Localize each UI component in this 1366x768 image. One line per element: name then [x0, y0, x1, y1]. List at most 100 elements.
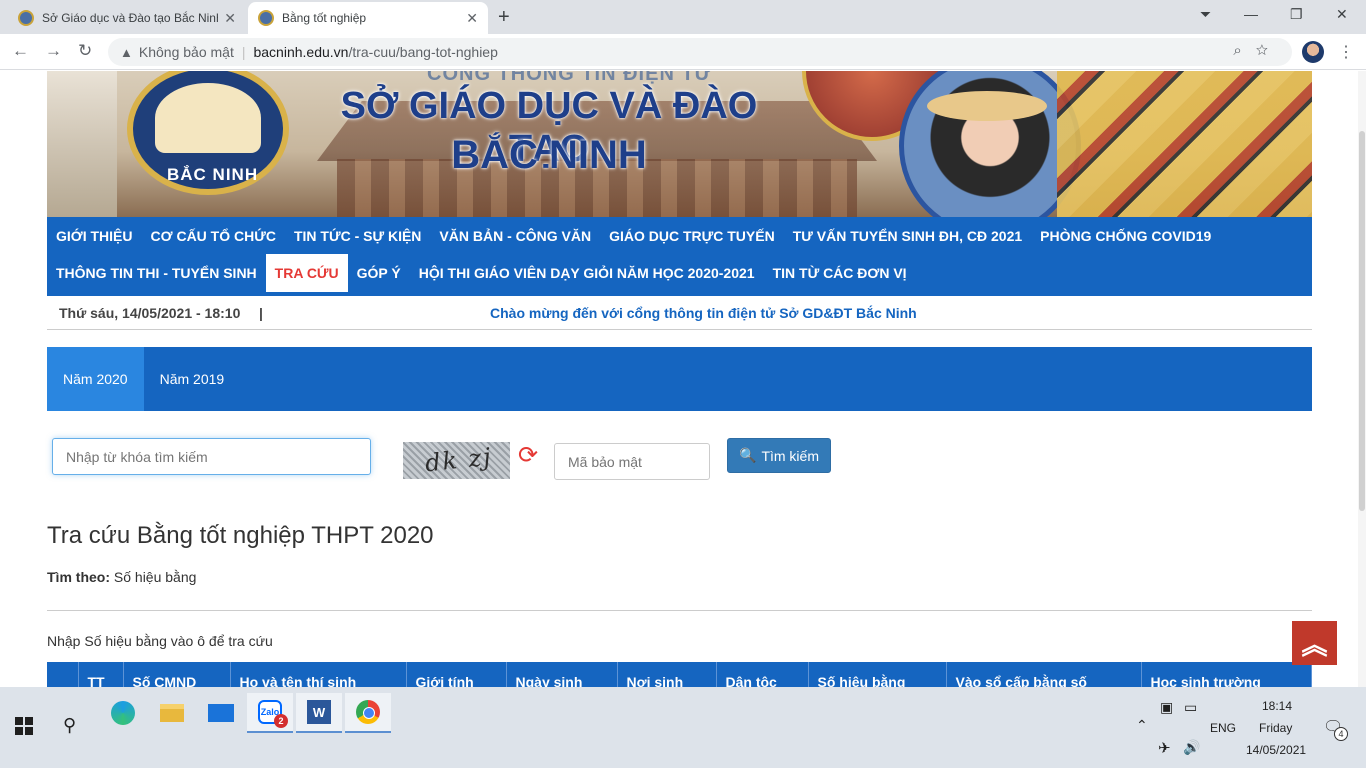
profile-avatar[interactable]	[1302, 41, 1324, 63]
tab-search-icon[interactable]: ⏷	[1200, 6, 1211, 23]
search-button-label: Tìm kiếm	[761, 447, 819, 464]
forward-icon[interactable]: →	[45, 41, 62, 61]
site-logo[interactable]: BẮC NINH	[127, 71, 289, 195]
minimize-icon[interactable]: —	[1244, 6, 1258, 22]
browser-toolbar: ← → ↻ ▲ Không bảo mật | bacninh.edu.vn/t…	[0, 34, 1366, 70]
back-icon[interactable]: ←	[12, 41, 29, 61]
taskbar-file-explorer[interactable]	[149, 693, 195, 733]
info-bar: Thứ sáu, 14/05/2021 - 18:10 | Chào mừng …	[47, 296, 1312, 330]
page-content: BẮC NINH CỔNG THÔNG TIN ĐIỆN TỬ SỞ GIÁO …	[0, 71, 1366, 687]
tab-year-2019[interactable]: Năm 2019	[144, 347, 241, 411]
current-date: Thứ sáu, 14/05/2021 - 18:10	[59, 305, 241, 321]
clock-date[interactable]: 14/05/2021	[1246, 743, 1306, 757]
edge-icon	[111, 701, 135, 725]
table-header-cell: TT	[78, 662, 124, 687]
address-bar[interactable]: ▲ Không bảo mật | bacninh.edu.vn/tra-cuu…	[108, 38, 1292, 66]
nav-item-co-cau-to-chuc[interactable]: CƠ CẤU TỔ CHỨC	[142, 218, 285, 254]
table-header-cell: Số hiệu bằng	[808, 662, 947, 687]
site-favicon-icon	[18, 10, 34, 26]
reload-icon[interactable]: ↻	[78, 41, 92, 61]
table-header-cell: Số CMND	[123, 662, 231, 687]
scroll-to-top-button[interactable]: ︽	[1292, 621, 1337, 665]
maximize-icon[interactable]: ❐	[1290, 6, 1303, 23]
conical-hat-image	[927, 91, 1047, 121]
close-tab-icon[interactable]: ✕	[466, 10, 478, 27]
taskbar-word[interactable]: W	[296, 693, 342, 733]
results-table: TT Số CMND Họ và tên thí sinh Giới tính …	[47, 662, 1312, 687]
airplane-mode-icon[interactable]: ✈	[1158, 739, 1171, 757]
zalo-badge: 2	[274, 714, 288, 728]
search-button[interactable]: 🔍 Tìm kiếm	[727, 438, 831, 473]
nav-item-tin-don-vi[interactable]: TIN TỪ CÁC ĐƠN VỊ	[764, 254, 916, 292]
site-favicon-icon	[258, 10, 274, 26]
welcome-marquee: Chào mừng đến với cổng thông tin điện tử…	[490, 305, 917, 321]
tab-title: Bằng tốt nghiệp	[282, 11, 367, 25]
nav-item-giao-duc-truc-tuyen[interactable]: GIÁO DỤC TRỰC TUYẾN	[600, 218, 784, 254]
taskbar-edge[interactable]	[100, 693, 146, 733]
nav-item-covid19[interactable]: PHÒNG CHỐNG COVID19	[1031, 218, 1220, 254]
taskbar-chrome[interactable]	[345, 693, 391, 733]
year-tabs: Năm 2020 Năm 2019	[47, 347, 1312, 411]
nav-row-2: THÔNG TIN THI - TUYỂN SINH TRA CỨU GÓP Ý…	[47, 254, 1312, 292]
menu-icon[interactable]: ⋮	[1338, 42, 1354, 62]
clock-time[interactable]: 18:14	[1262, 699, 1292, 713]
input-language[interactable]: ENG	[1210, 721, 1236, 735]
meet-now-icon[interactable]: ▣	[1160, 699, 1173, 716]
captcha-image: dk zj	[403, 442, 510, 479]
scrollbar-thumb[interactable]	[1359, 131, 1365, 511]
clock-day[interactable]: Friday	[1259, 721, 1292, 735]
new-tab-icon[interactable]: +	[498, 6, 510, 29]
url-path[interactable]: /tra-cuu/bang-tot-nghiep	[348, 44, 497, 60]
tab-year-2020[interactable]: Năm 2020	[47, 347, 144, 411]
url-host[interactable]: bacninh.edu.vn	[253, 44, 348, 60]
nav-item-van-ban[interactable]: VĂN BẢN - CÔNG VĂN	[430, 218, 600, 254]
nav-item-hoi-thi[interactable]: HỘI THI GIÁO VIÊN DẠY GIỎI NĂM HỌC 2020-…	[410, 254, 764, 292]
double-chevron-up-icon: ︽	[1301, 629, 1328, 660]
main-navigation: GIỚI THIỆU CƠ CẤU TỔ CHỨC TIN TỨC - SỰ K…	[47, 217, 1312, 296]
refresh-captcha-icon[interactable]: ⟳	[518, 441, 538, 470]
security-code-input[interactable]	[554, 443, 710, 480]
search-icon[interactable]: ⚲	[63, 715, 76, 736]
table-header-cell: Dân tộc	[716, 662, 809, 687]
windows-start-icon[interactable]	[15, 717, 33, 735]
divider: |	[241, 44, 246, 60]
find-by-value: Số hiệu bằng	[113, 569, 197, 585]
table-header-cell: Họ và tên thí sinh	[230, 662, 407, 687]
security-label[interactable]: Không bảo mật	[139, 44, 234, 60]
nav-item-gop-y[interactable]: GÓP Ý	[348, 254, 410, 292]
chrome-icon	[356, 700, 380, 724]
search-icon: 🔍	[739, 447, 757, 463]
zoom-star-icons[interactable]: ⌕☆	[1233, 42, 1282, 59]
table-header-row: TT Số CMND Họ và tên thí sinh Giới tính …	[47, 662, 1312, 687]
lookup-hint: Nhập Số hiệu bằng vào ô để tra cứu	[47, 633, 273, 649]
table-header-cell: Giới tính	[406, 662, 507, 687]
show-hidden-icons[interactable]: ⌃	[1136, 717, 1148, 734]
nav-row-1: GIỚI THIỆU CƠ CẤU TỔ CHỨC TIN TỨC - SỰ K…	[47, 218, 1312, 254]
divider: |	[259, 305, 263, 321]
close-tab-icon[interactable]: ✕	[224, 10, 236, 27]
battery-icon[interactable]: ▭	[1184, 699, 1197, 716]
word-icon: W	[307, 700, 331, 724]
site-banner[interactable]: BẮC NINH CỔNG THÔNG TIN ĐIỆN TỬ SỞ GIÁO …	[47, 71, 1312, 217]
keyword-search-input[interactable]	[52, 438, 371, 475]
nav-item-tu-van-tuyen-sinh[interactable]: TƯ VẤN TUYỂN SINH ĐH, CĐ 2021	[784, 218, 1031, 254]
banner-title-line2: BẮC NINH	[451, 133, 647, 177]
volume-icon[interactable]: 🔊	[1183, 739, 1200, 756]
taskbar-mail[interactable]	[198, 693, 244, 733]
close-window-icon[interactable]: ✕	[1336, 6, 1348, 23]
nav-item-tra-cuu[interactable]: TRA CỨU	[265, 254, 348, 292]
find-by-label: Tìm theo:	[47, 569, 110, 585]
logo-text: BẮC NINH	[167, 165, 259, 184]
scrollbar[interactable]	[1358, 71, 1366, 687]
nav-item-thong-tin-thi[interactable]: THÔNG TIN THI - TUYỂN SINH	[47, 254, 266, 292]
table-header-cell: Học sinh trường	[1141, 662, 1312, 687]
browser-tab-2[interactable]: Bằng tốt nghiệp ✕	[248, 2, 488, 34]
tab-title: Sở Giáo dục và Đào tạo Bắc Ninh	[42, 11, 219, 25]
browser-tab-1[interactable]: Sở Giáo dục và Đào tạo Bắc Ninh ✕	[8, 2, 246, 34]
nav-item-gioi-thieu[interactable]: GIỚI THIỆU	[47, 218, 142, 254]
warning-icon[interactable]: ▲	[120, 45, 133, 60]
nav-item-tin-tuc[interactable]: TIN TỨC - SỰ KIỆN	[285, 218, 430, 254]
mail-icon	[208, 704, 234, 722]
find-by-line: Tìm theo: Số hiệu bằng	[47, 569, 196, 585]
taskbar-zalo[interactable]: Zalo 2	[247, 693, 293, 733]
